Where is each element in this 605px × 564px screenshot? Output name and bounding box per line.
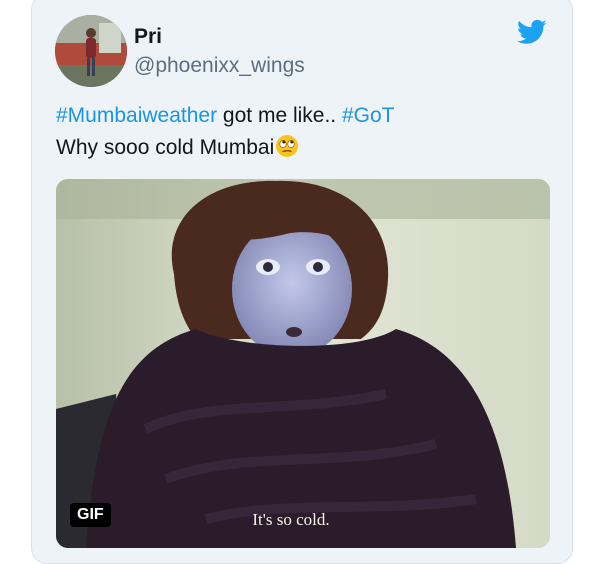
tweet-text-line-2: Why sooo cold Mumbai	[56, 134, 299, 160]
gif-caption: It's so cold.	[252, 510, 330, 529]
user-handle[interactable]: @phoenixx_wings	[134, 54, 305, 78]
tweet-text-fragment: Why sooo cold Mumbai	[56, 136, 275, 159]
rolling-eyes-emoji	[276, 135, 299, 157]
twitter-bird-icon[interactable]	[515, 17, 549, 47]
avatar[interactable]	[55, 15, 127, 87]
hashtag-link-mumbaiweather[interactable]: #Mumbaiweather	[56, 104, 217, 127]
tweet-text-line-1: #Mumbaiweather got me like.. #GoT	[56, 104, 395, 128]
hashtag-link-got[interactable]: #GoT	[342, 104, 395, 127]
gif-media[interactable]: GIF It's so cold.	[56, 179, 550, 548]
display-name[interactable]: Pri	[134, 25, 162, 49]
tweet-text-fragment: got me like..	[217, 104, 342, 127]
avatar-image	[55, 15, 127, 87]
gif-frame-image	[56, 179, 550, 548]
